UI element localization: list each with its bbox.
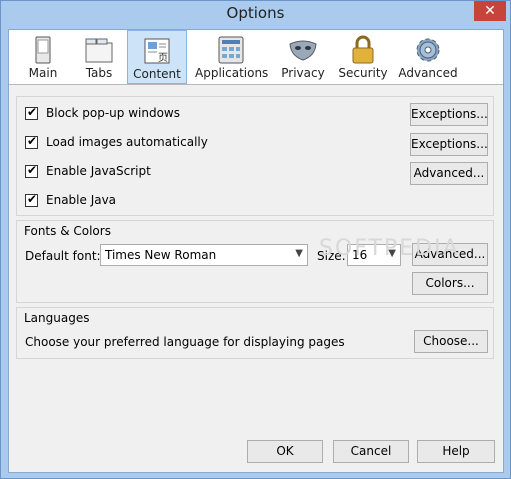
- colors-button[interactable]: Colors...: [412, 272, 488, 295]
- checkbox-enable-javascript[interactable]: ✔: [25, 163, 39, 179]
- ok-button[interactable]: OK: [247, 440, 323, 463]
- checkbox-load-images[interactable]: ✔: [25, 134, 39, 150]
- dialog-body: Main Tabs 页 Content Applications Privacy…: [8, 29, 504, 473]
- tab-advanced-label: Advanced: [398, 66, 458, 80]
- check-icon: ✔: [27, 192, 38, 206]
- tab-privacy-label: Privacy: [281, 66, 325, 80]
- enable-javascript-label: Enable JavaScript: [46, 164, 151, 178]
- chevron-down-icon: ▼: [295, 248, 303, 259]
- default-font-label: Default font:: [25, 249, 101, 263]
- tab-main-label: Main: [28, 66, 58, 80]
- svg-text:页: 页: [158, 52, 168, 64]
- checkbox-enable-java[interactable]: ✔: [25, 192, 39, 208]
- cancel-button[interactable]: Cancel: [333, 440, 409, 463]
- check-icon: ✔: [27, 105, 38, 119]
- tab-security[interactable]: Security: [335, 30, 391, 84]
- advanced-icon: [416, 38, 440, 62]
- tab-applications[interactable]: Applications: [195, 30, 269, 84]
- load-images-label: Load images automatically: [46, 135, 208, 149]
- javascript-advanced-button[interactable]: Advanced...: [410, 162, 488, 185]
- tab-privacy[interactable]: Privacy: [275, 30, 331, 84]
- tab-applications-label: Applications: [195, 66, 269, 80]
- tab-content[interactable]: 页 Content: [127, 30, 187, 84]
- window-title: Options: [226, 4, 285, 22]
- choose-language-button[interactable]: Choose...: [414, 330, 488, 353]
- privacy-icon: [289, 40, 317, 61]
- tab-tabs-label: Tabs: [85, 66, 113, 80]
- languages-group: Languages Choose your preferred language…: [16, 307, 494, 359]
- help-button[interactable]: Help: [417, 440, 495, 463]
- tab-tabs[interactable]: Tabs: [75, 30, 123, 84]
- language-description: Choose your preferred language for displ…: [25, 335, 345, 349]
- category-toolbar: Main Tabs 页 Content Applications Privacy…: [9, 30, 503, 85]
- check-icon: ✔: [27, 163, 38, 177]
- fonts-colors-group: Fonts & Colors Default font: Times New R…: [16, 220, 494, 303]
- enable-java-label: Enable Java: [46, 193, 117, 207]
- popup-exceptions-button[interactable]: Exceptions...: [410, 103, 488, 126]
- languages-heading: Languages: [24, 311, 90, 325]
- watermark: SOFTPEDIA: [319, 236, 460, 261]
- applications-icon: [218, 36, 244, 64]
- tab-main[interactable]: Main: [13, 30, 73, 84]
- tabs-icon: [85, 38, 113, 63]
- options-window: Options ✕ Main Tabs 页 Content Applicatio…: [0, 0, 511, 479]
- images-exceptions-button[interactable]: Exceptions...: [410, 133, 488, 156]
- block-popups-label: Block pop-up windows: [46, 106, 180, 120]
- tab-advanced[interactable]: Advanced: [395, 30, 461, 84]
- main-icon: [35, 36, 51, 64]
- title-bar: Options ✕: [1, 1, 510, 29]
- check-icon: ✔: [27, 134, 38, 148]
- tab-content-label: Content: [133, 67, 181, 81]
- content-icon: 页: [144, 38, 170, 64]
- checkbox-block-popups[interactable]: ✔: [25, 105, 39, 121]
- security-icon: [352, 35, 374, 64]
- default-font-select[interactable]: Times New Roman ▼: [100, 244, 308, 266]
- tab-security-label: Security: [338, 66, 388, 80]
- close-button[interactable]: ✕: [474, 1, 506, 21]
- content-options-group: ✔ Block pop-up windows Exceptions... ✔ L…: [16, 96, 494, 216]
- default-font-value: Times New Roman: [105, 248, 217, 262]
- fonts-colors-heading: Fonts & Colors: [24, 224, 111, 238]
